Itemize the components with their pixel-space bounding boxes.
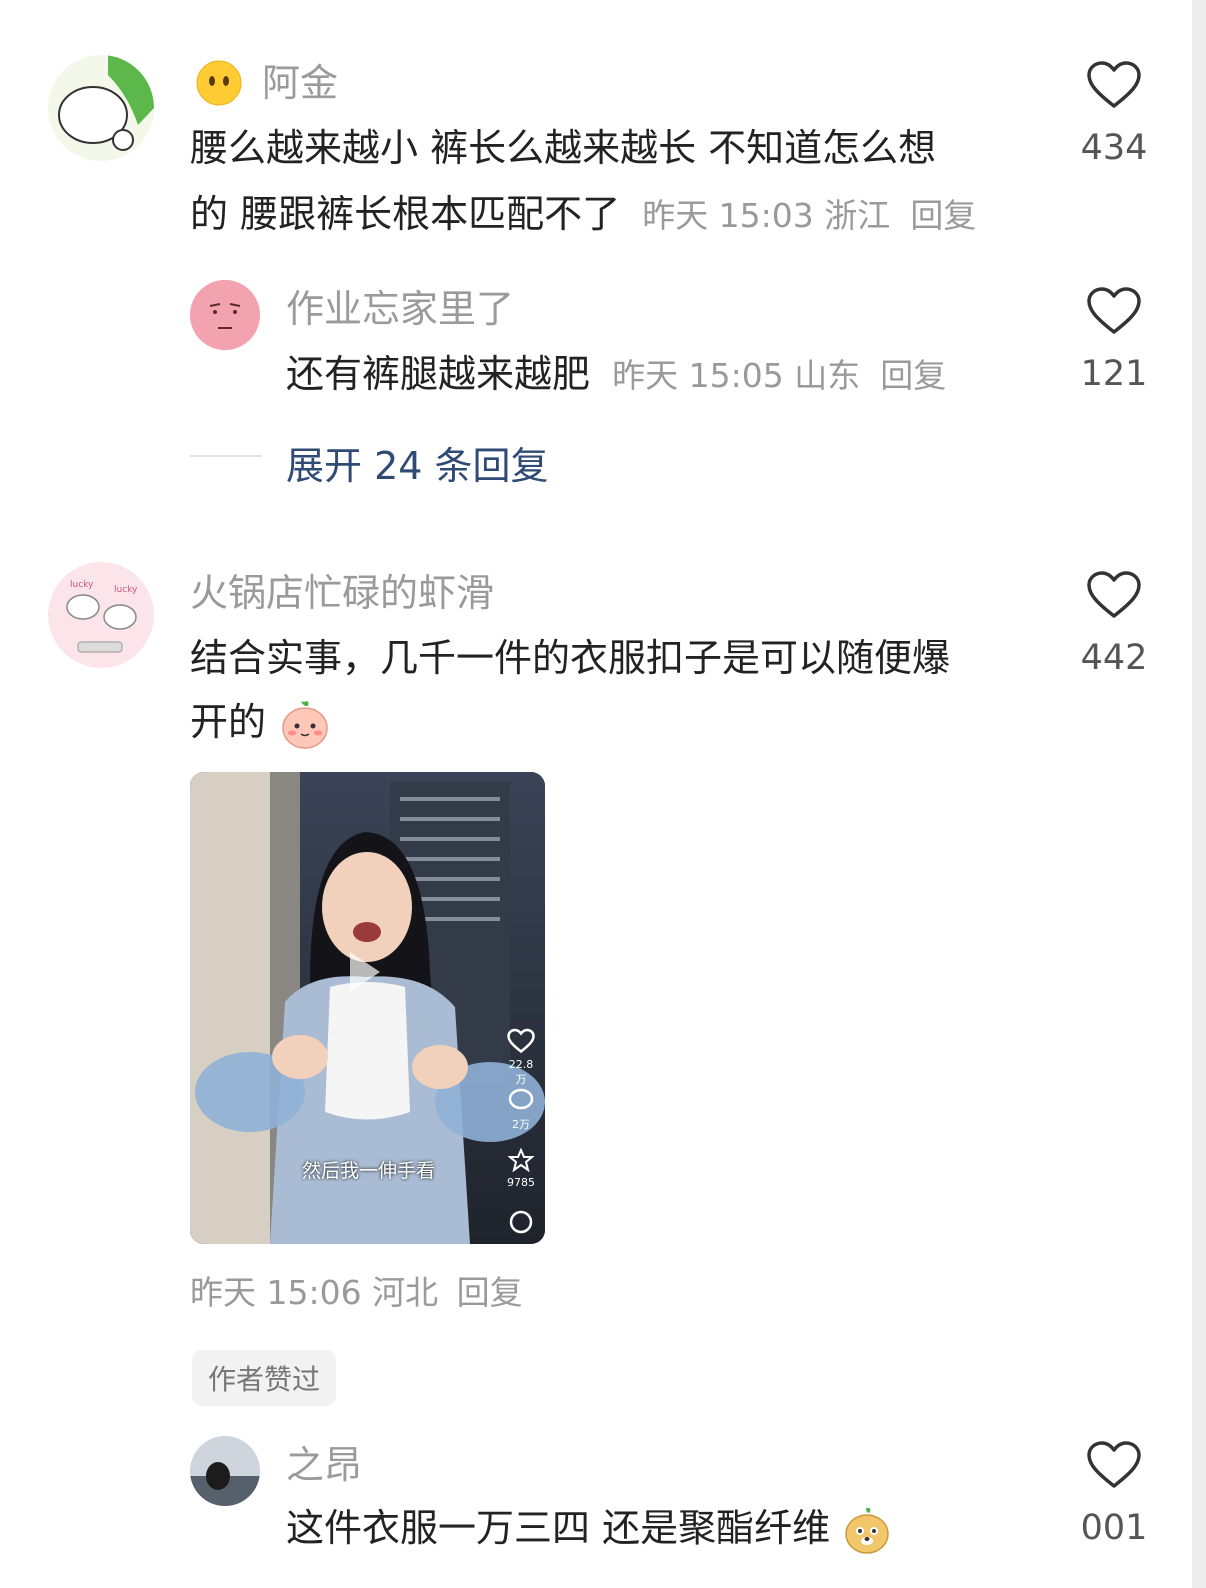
username[interactable]: 之昂: [286, 1446, 362, 1484]
reply-text: 还有裤腿越来越肥: [286, 352, 591, 396]
username[interactable]: 作业忘家里了: [286, 290, 514, 328]
svg-text:lucky: lucky: [114, 585, 138, 595]
reply-text: 这件衣服一万三四 还是聚酯纤维: [286, 1506, 831, 1550]
reply-text-row: 还有裤腿越来越肥 昨天 15:05 山东 回复: [286, 342, 946, 408]
like-count: 121: [1080, 354, 1148, 394]
dog-emoji-icon: [842, 1506, 892, 1556]
avatar[interactable]: lucky lucky: [48, 562, 154, 668]
peach-emoji-icon: [278, 698, 332, 752]
video-comment-count: 2万: [512, 1118, 530, 1131]
author-liked-badge: 作者赞过: [192, 1350, 337, 1406]
svg-text:lucky: lucky: [70, 580, 94, 590]
video-like-icon: 22.8万: [504, 1028, 538, 1087]
username[interactable]: 阿金: [262, 64, 338, 102]
reply-link[interactable]: 回复: [910, 196, 976, 235]
reply-link[interactable]: 回复: [880, 356, 946, 395]
timestamp-location: 昨天 15:05 山东: [612, 356, 861, 395]
like-heart-icon[interactable]: [1086, 60, 1142, 114]
avatar[interactable]: [190, 280, 260, 350]
video-comment-icon: 2万: [504, 1088, 538, 1132]
comment-meta-row: 昨天 15:06 河北 回复: [190, 1266, 523, 1314]
video-star-icon: 9785: [504, 1147, 538, 1189]
comment-text-line1: 结合实事，几千一件的衣服扣子是可以随便爆: [190, 636, 951, 680]
video-subtitle: 然后我一伸手看: [302, 1160, 436, 1182]
like-count: 434: [1080, 128, 1148, 168]
comment-text-line2: 的 腰跟裤长根本匹配不了 昨天 15:03 浙江 回复: [190, 182, 976, 248]
video-favorite-count: 9785: [507, 1176, 535, 1189]
comment-text-line2: 开的: [190, 690, 332, 754]
video-share-icon: [508, 1210, 534, 1238]
like-heart-icon[interactable]: [1086, 570, 1142, 624]
expand-replies-button[interactable]: 展开 24 条回复: [286, 435, 549, 490]
like-count: 001: [1080, 1508, 1148, 1548]
video-like-count: 22.8万: [508, 1058, 534, 1086]
reply-text-row: 这件衣服一万三四 还是聚酯纤维: [286, 1496, 892, 1560]
avatar[interactable]: [190, 1436, 260, 1506]
video-thumbnail[interactable]: 然后我一伸手看 22.8万 2万 9785: [190, 772, 545, 1244]
like-heart-icon[interactable]: [1086, 1440, 1142, 1494]
comment-text: 开的: [190, 700, 267, 744]
timestamp-location: 昨天 15:06 河北: [190, 1273, 439, 1312]
like-count: 442: [1080, 638, 1148, 678]
avatar[interactable]: [48, 55, 154, 161]
expand-divider: [190, 455, 262, 457]
timestamp-location: 昨天 15:03 浙江: [642, 196, 891, 235]
reply-link[interactable]: 回复: [457, 1273, 523, 1312]
like-heart-icon[interactable]: [1086, 286, 1142, 340]
comment-text-line1: 腰么越来越小 裤长么越来越长 不知道怎么想: [190, 126, 937, 170]
comment-text: 的 腰跟裤长根本匹配不了: [190, 192, 621, 236]
emoji-face-icon: [196, 60, 242, 106]
scroll-edge: [1192, 0, 1206, 1588]
username[interactable]: 火锅店忙碌的虾滑: [190, 574, 494, 612]
